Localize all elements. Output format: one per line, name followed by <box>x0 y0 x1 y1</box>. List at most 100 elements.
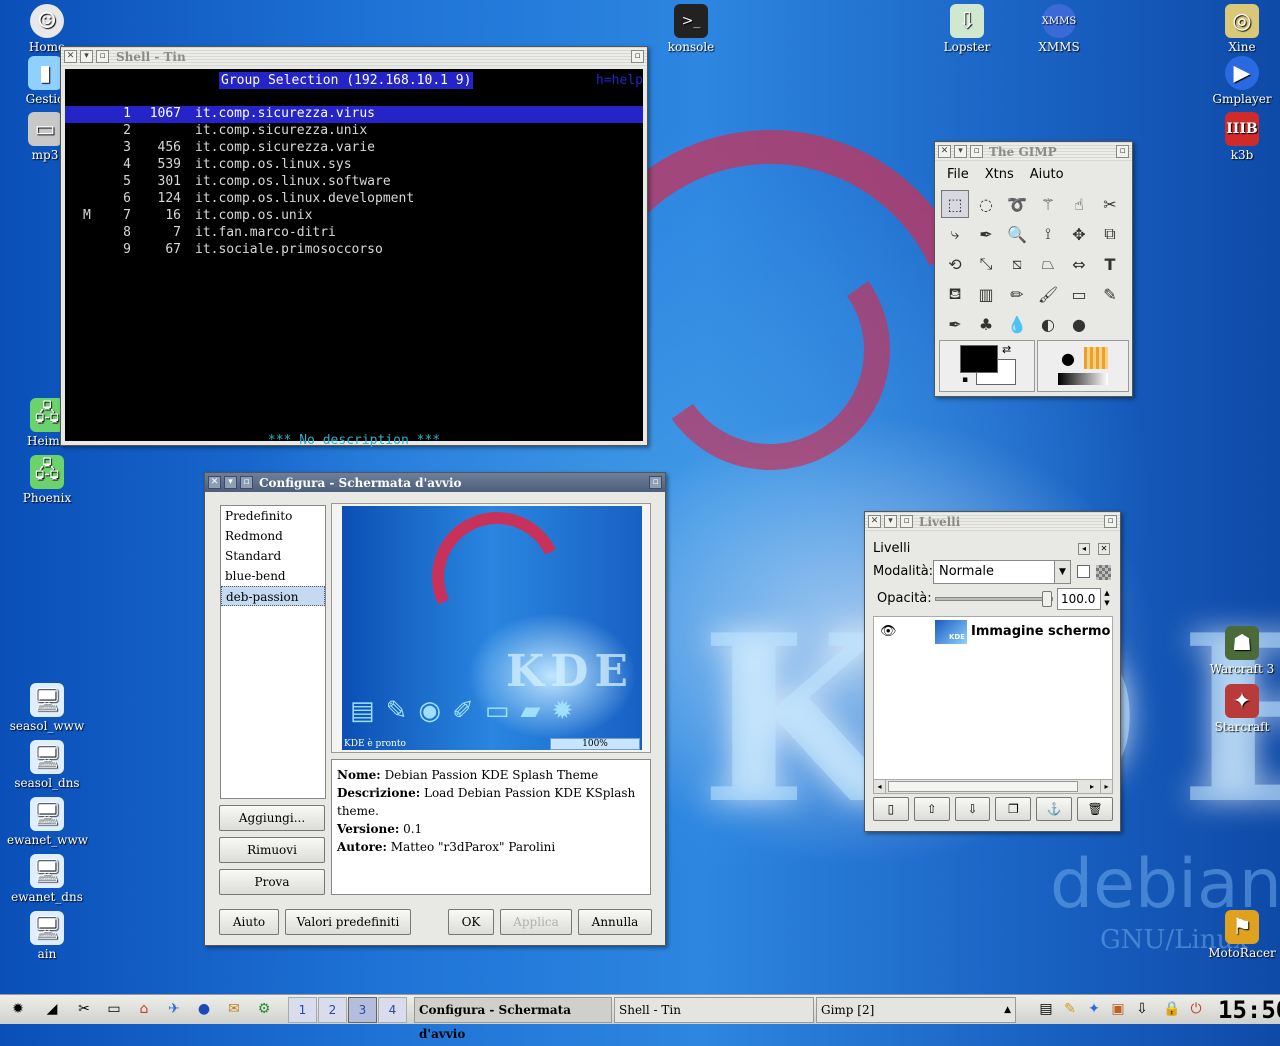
brush-icon[interactable]: ● <box>1058 349 1078 369</box>
shear-icon[interactable]: ⧅ <box>1003 250 1031 278</box>
menu-file[interactable]: File <box>947 164 969 186</box>
panel-menu-icon[interactable]: ◂ <box>1078 543 1090 555</box>
sticky-icon[interactable]: ▫ <box>1104 515 1117 528</box>
desktop-icon-lopster[interactable]: ⇩ Lopster <box>927 4 1007 54</box>
color-picker-icon[interactable]: ✒ <box>972 220 1000 248</box>
desktop-icon-warcraft3[interactable]: ☗ Warcraft 3 <box>1202 626 1280 676</box>
splash-titlebar[interactable]: ✕ ▾ ▫ Configura - Schermata d'avvio ▫ <box>205 473 665 492</box>
panel-close-icon[interactable]: ✕ <box>1098 543 1110 555</box>
dodge-burn-icon[interactable]: ◐ <box>1034 310 1062 338</box>
scroll-right2-icon[interactable]: ▸ <box>1100 780 1112 793</box>
desktop-icon-konsole[interactable]: >_ konsole <box>651 4 731 54</box>
kde-menu-icon[interactable]: ✹ <box>8 999 28 1019</box>
desktop-1[interactable]: 1 <box>288 997 317 1023</box>
download-icon[interactable]: ⇩ <box>1132 999 1152 1019</box>
apply-button[interactable]: Applica <box>500 909 572 935</box>
rotate-icon[interactable]: ⟲ <box>941 250 969 278</box>
close-icon[interactable]: ✕ <box>64 50 77 63</box>
swap-colors-icon[interactable]: ⇄ <box>1002 343 1011 356</box>
delete-layer-icon[interactable]: 🗑 <box>1077 797 1113 821</box>
ok-button[interactable]: OK <box>448 909 494 935</box>
color-area[interactable]: ⇄ ▪ <box>939 340 1035 392</box>
scissors-icon[interactable]: ✂ <box>1096 190 1124 218</box>
blur-icon[interactable]: 💧 <box>1003 310 1031 338</box>
newsgroup-row[interactable]: 5 301 it.comp.os.linux.software <box>65 174 643 191</box>
text-icon[interactable]: T <box>1096 250 1124 278</box>
theme-item-predefinito[interactable]: Predefinito <box>221 506 325 526</box>
show-desktop-icon[interactable]: ◢ <box>42 999 62 1019</box>
layers-titlebar[interactable]: ✕ ▾ ▫ Livelli ▫ <box>865 512 1120 531</box>
scroll-right-icon[interactable]: ▸ <box>1086 780 1098 793</box>
maximize-icon[interactable]: ▫ <box>900 515 913 528</box>
desktop-4[interactable]: 4 <box>378 997 407 1023</box>
desktop-icon-gmplayer[interactable]: ▶ Gmplayer <box>1202 56 1280 106</box>
theme-list[interactable]: Predefinito Redmond Standard blue-bend d… <box>220 505 326 799</box>
opacity-slider[interactable] <box>935 591 1053 607</box>
smudge-icon[interactable]: ● <box>1065 310 1093 338</box>
lock-icon[interactable]: 🔒 <box>1162 999 1182 1019</box>
newsgroup-row[interactable]: 9 67 it.sociale.primosoccorso <box>65 242 643 259</box>
browser-icon[interactable]: ● <box>194 999 214 1019</box>
pattern-icon[interactable] <box>1084 347 1108 369</box>
close-icon[interactable]: ✕ <box>938 145 951 158</box>
paths-icon[interactable]: ⤷ <box>941 220 969 248</box>
newsgroup-row[interactable]: M 7 16 it.comp.os.unix <box>65 208 643 225</box>
mail-icon[interactable]: ✉ <box>224 999 244 1019</box>
desktop-3[interactable]: 3 <box>348 997 377 1023</box>
newsgroup-row[interactable]: 6 124 it.comp.os.linux.development <box>65 191 643 208</box>
minimize-icon[interactable]: ▾ <box>80 50 93 63</box>
mode-select[interactable]: Normale ▼ <box>933 560 1071 584</box>
clock[interactable]: 15:50 <box>1218 996 1280 1024</box>
desktop-icon-phoenix[interactable]: 🖧 Phoenix <box>7 455 87 505</box>
layer-row[interactable]: 👁 KDE Immagine schermo <box>874 619 1112 645</box>
task-gimp[interactable]: Gimp [2] ▲ <box>816 997 1016 1023</box>
crop-icon[interactable]: ⧉ <box>1096 220 1124 248</box>
maximize-icon[interactable]: ▫ <box>96 50 109 63</box>
perspective-icon[interactable]: ⏢ <box>1034 250 1062 278</box>
terminal-area[interactable]: Group Selection (192.168.10.1 9) h=help … <box>65 69 643 448</box>
test-theme-button[interactable]: Prova <box>219 869 325 895</box>
task-shell-tin[interactable]: Shell - Tin <box>614 997 814 1023</box>
newsgroup-row[interactable]: 1 1067 it.comp.sicurezza.virus <box>65 106 643 123</box>
desktop-icon-ewanet-dns[interactable]: 🖥 ewanet_dns <box>7 854 87 904</box>
lasso-icon[interactable]: ➰ <box>1003 190 1031 218</box>
move-icon[interactable]: ✥ <box>1065 220 1093 248</box>
close-icon[interactable]: ✕ <box>868 515 881 528</box>
duplicate-layer-icon[interactable]: ❐ <box>995 797 1032 821</box>
new-layer-icon[interactable]: ▯ <box>873 797 909 821</box>
anchor-layer-icon[interactable]: ⚓ <box>1036 797 1073 821</box>
minimize-icon[interactable]: ▾ <box>884 515 897 528</box>
gimp-titlebar[interactable]: ✕ ▾ ▫ The GIMP ▫ <box>935 142 1132 161</box>
maximize-icon[interactable]: ▫ <box>970 145 983 158</box>
add-theme-button[interactable]: Aggiungi... <box>219 805 325 831</box>
help-button[interactable]: Aiuto <box>219 909 279 935</box>
scroll-left-icon[interactable]: ◂ <box>874 780 886 793</box>
pencil-icon[interactable]: ✏ <box>1003 280 1031 308</box>
flip-icon[interactable]: ⇔ <box>1065 250 1093 278</box>
package-icon[interactable]: ▣ <box>1108 999 1128 1019</box>
desktop-icon-motoracer[interactable]: ⚑ MotoRacer <box>1202 910 1280 960</box>
newsgroup-row[interactable]: 4 539 it.comp.os.linux.sys <box>65 157 643 174</box>
settings-icon[interactable]: ✂ <box>74 999 94 1019</box>
menu-aiuto[interactable]: Aiuto <box>1030 164 1064 186</box>
opacity-input[interactable]: 100.0 <box>1057 588 1101 610</box>
theme-item-redmond[interactable]: Redmond <box>221 526 325 546</box>
clipboard-icon[interactable]: ▤ <box>1036 999 1056 1019</box>
measure-icon[interactable]: ⟟ <box>1034 220 1062 248</box>
keep-transparency-checkbox[interactable] <box>1077 565 1090 578</box>
desktop-icon-k3b[interactable]: IIIB k3b <box>1202 112 1280 162</box>
defaults-button[interactable]: Valori predefiniti <box>285 909 411 935</box>
rect-select-icon[interactable]: ⬚ <box>941 190 969 218</box>
cancel-button[interactable]: Annulla <box>578 909 652 935</box>
desktop-icon-seasol-dns[interactable]: 🖥 seasol_dns <box>7 740 87 790</box>
theme-item-deb-passion[interactable]: deb-passion <box>221 586 325 606</box>
scale-icon[interactable]: ⤡ <box>972 250 1000 278</box>
network-icon[interactable]: ⚙ <box>254 999 274 1019</box>
ellipse-select-icon[interactable]: ◌ <box>972 190 1000 218</box>
layer-name[interactable]: Immagine schermo <box>971 624 1110 639</box>
airbrush-icon[interactable]: ✎ <box>1096 280 1124 308</box>
close-icon[interactable]: ✕ <box>208 476 221 489</box>
newsgroup-row[interactable]: 3 456 it.comp.sicurezza.varie <box>65 140 643 157</box>
minimize-icon[interactable]: ▾ <box>224 476 237 489</box>
shell-titlebar[interactable]: ✕ ▾ ▫ Shell - Tin ▫ <box>61 47 647 66</box>
